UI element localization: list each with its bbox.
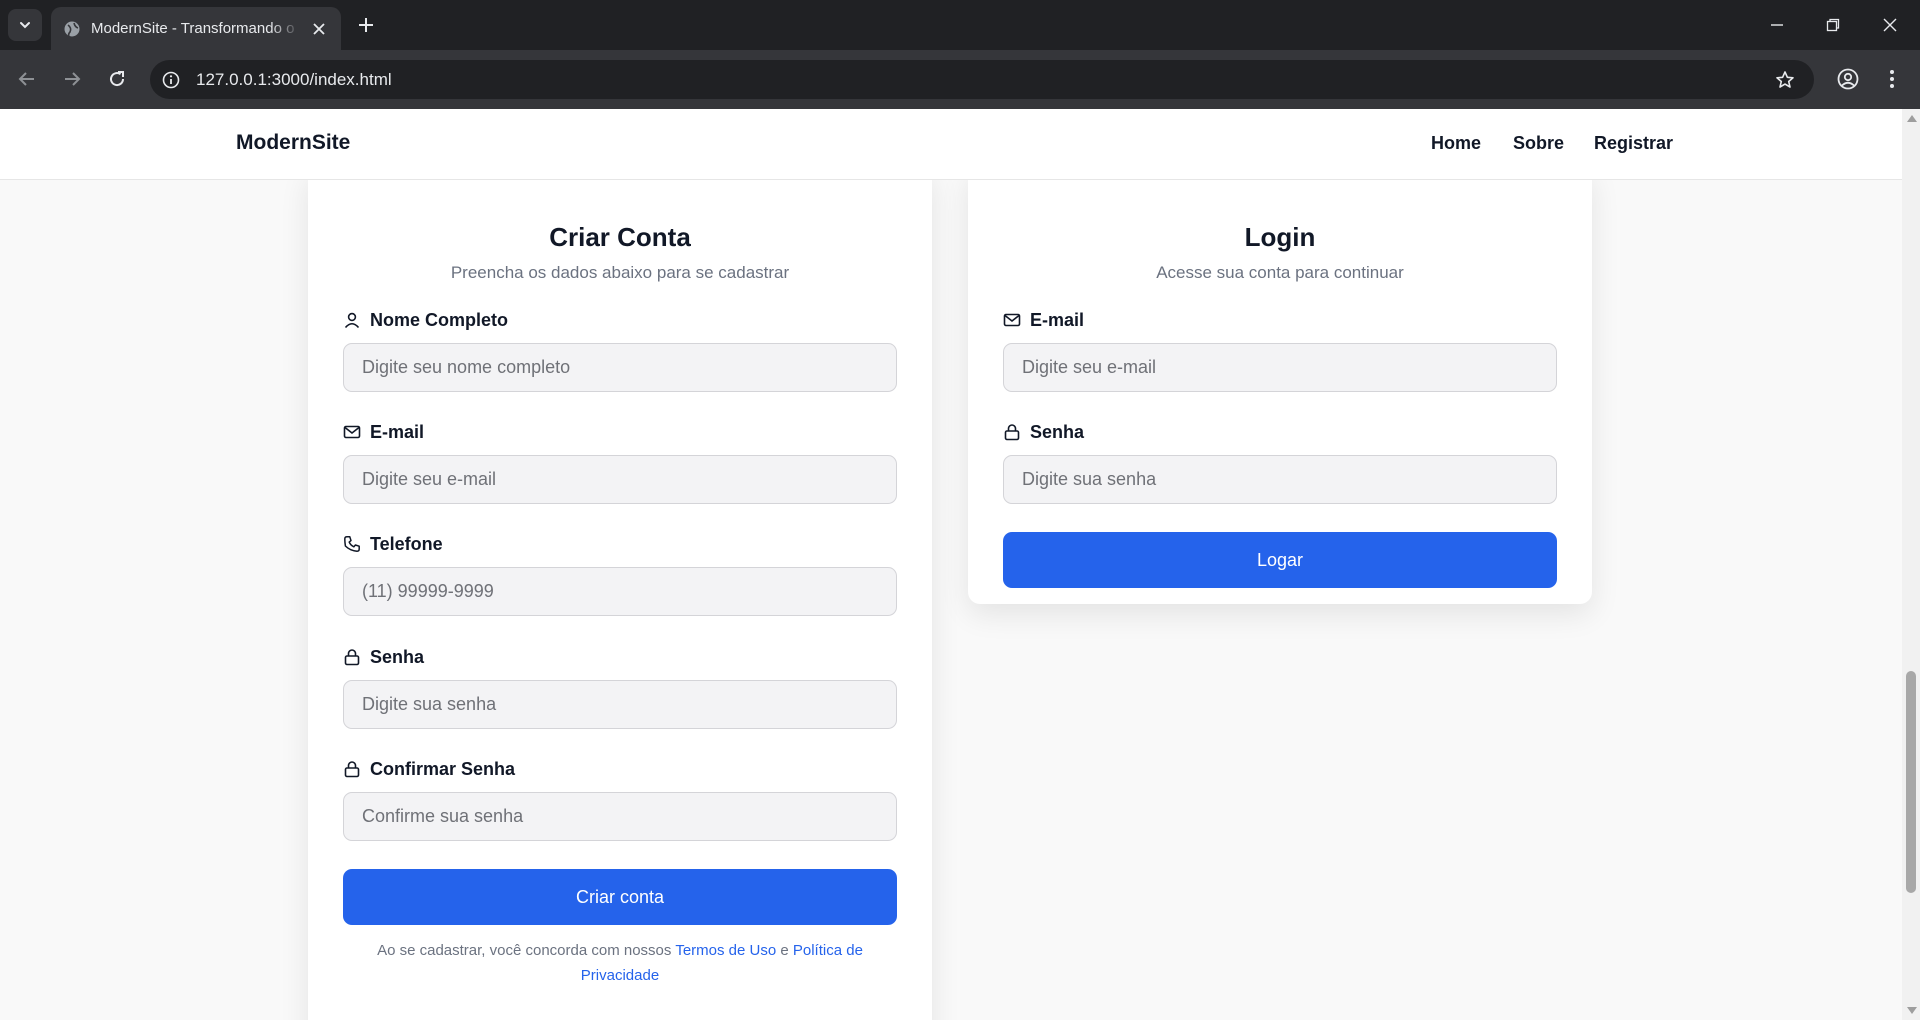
- login-email-input[interactable]: [1003, 343, 1557, 392]
- forward-button[interactable]: [59, 66, 85, 92]
- phone-input[interactable]: [343, 567, 897, 616]
- terms-notice: Ao se cadastrar, você concorda com nosso…: [368, 938, 872, 988]
- close-tab-icon[interactable]: [309, 19, 329, 39]
- site-header: ModernSite Home Sobre Registrar: [0, 109, 1902, 180]
- browser-menu-button[interactable]: [1880, 65, 1904, 93]
- register-email-input[interactable]: [343, 455, 897, 504]
- profile-button[interactable]: [1834, 65, 1862, 93]
- lock-icon: [343, 760, 361, 778]
- minimize-button[interactable]: [1764, 12, 1790, 38]
- close-icon: [1883, 18, 1897, 32]
- login-card: Login Acesse sua conta para continuar E-…: [968, 167, 1592, 604]
- browser-tab-active[interactable]: ModernSite - Transformando o: [51, 7, 341, 50]
- account-circle-icon: [1837, 68, 1859, 90]
- restore-button[interactable]: [1820, 12, 1846, 38]
- full-name-label-text: Nome Completo: [370, 309, 509, 330]
- globe-icon: [63, 20, 81, 38]
- tab-search-button[interactable]: [8, 9, 42, 41]
- arrow-right-icon: [65, 72, 81, 86]
- scroll-down-arrow-icon[interactable]: [1907, 1007, 1917, 1014]
- site-info-icon[interactable]: [160, 69, 182, 91]
- register-email-label-text: E-mail: [370, 421, 425, 442]
- create-account-button[interactable]: Criar conta: [343, 869, 897, 925]
- scroll-up-arrow-icon[interactable]: [1907, 115, 1917, 122]
- full-name-input[interactable]: [343, 343, 897, 392]
- browser-tab-strip: ModernSite - Transformando o: [0, 0, 1920, 50]
- address-url[interactable]: 127.0.0.1:3000/index.html: [196, 69, 392, 91]
- tab-title: ModernSite - Transformando o: [91, 20, 295, 37]
- mail-icon: [1003, 311, 1021, 329]
- bookmark-star-icon[interactable]: [1772, 67, 1798, 93]
- back-button[interactable]: [14, 66, 40, 92]
- reload-icon: [110, 71, 125, 87]
- confirm-password-label-text: Confirmar Senha: [370, 758, 516, 779]
- mail-icon: [343, 423, 361, 441]
- login-subtitle: Acesse sua conta para continuar: [1156, 263, 1404, 282]
- nav-about-link[interactable]: Sobre: [1513, 133, 1564, 154]
- register-title: Criar Conta: [549, 222, 691, 252]
- terms-of-use-link[interactable]: Termos de Uso: [675, 942, 776, 959]
- address-bar[interactable]: [150, 60, 1814, 99]
- login-button[interactable]: Logar: [1003, 532, 1557, 588]
- restore-icon: [1826, 18, 1840, 32]
- site-logo[interactable]: ModernSite: [236, 131, 350, 155]
- login-email-label-text: E-mail: [1030, 309, 1085, 330]
- close-window-button[interactable]: [1877, 12, 1903, 38]
- nav-register-link[interactable]: Registrar: [1594, 133, 1673, 154]
- terms-and: e: [780, 942, 789, 959]
- login-email-label: E-mail: [1003, 309, 1084, 331]
- register-subtitle: Preencha os dados abaixo para se cadastr…: [450, 263, 790, 282]
- terms-prefix: Ao se cadastrar, você concorda com nosso…: [377, 942, 672, 959]
- login-title: Login: [1244, 222, 1316, 252]
- new-tab-button[interactable]: [354, 13, 378, 37]
- lock-icon: [1003, 423, 1021, 441]
- register-password-label: Senha: [343, 646, 424, 668]
- login-password-label-text: Senha: [1030, 421, 1085, 442]
- user-icon: [343, 311, 361, 329]
- phone-label: Telefone: [343, 533, 443, 555]
- register-card: Criar Conta Preencha os dados abaixo par…: [308, 167, 932, 1020]
- chevron-down-icon: [20, 22, 30, 29]
- page-viewport: ModernSite Home Sobre Registrar Criar Co…: [0, 109, 1902, 1020]
- confirm-password-label: Confirmar Senha: [343, 758, 515, 780]
- more-vertical-icon: [1890, 70, 1894, 88]
- phone-icon: [343, 535, 361, 553]
- login-password-input[interactable]: [1003, 455, 1557, 504]
- full-name-label: Nome Completo: [343, 309, 508, 331]
- confirm-password-input[interactable]: [343, 792, 897, 841]
- arrow-left-icon: [18, 72, 34, 86]
- scrollbar-thumb[interactable]: [1906, 671, 1916, 893]
- page-scrollbar[interactable]: [1902, 109, 1920, 1020]
- reload-button[interactable]: [104, 66, 130, 92]
- login-password-label: Senha: [1003, 421, 1084, 443]
- register-password-input[interactable]: [343, 680, 897, 729]
- plus-icon: [359, 18, 373, 32]
- lock-icon: [343, 648, 361, 666]
- nav-home-link[interactable]: Home: [1431, 133, 1481, 154]
- phone-label-text: Telefone: [370, 533, 443, 554]
- minimize-icon: [1771, 24, 1783, 26]
- register-password-label-text: Senha: [370, 646, 425, 667]
- register-email-label: E-mail: [343, 421, 424, 443]
